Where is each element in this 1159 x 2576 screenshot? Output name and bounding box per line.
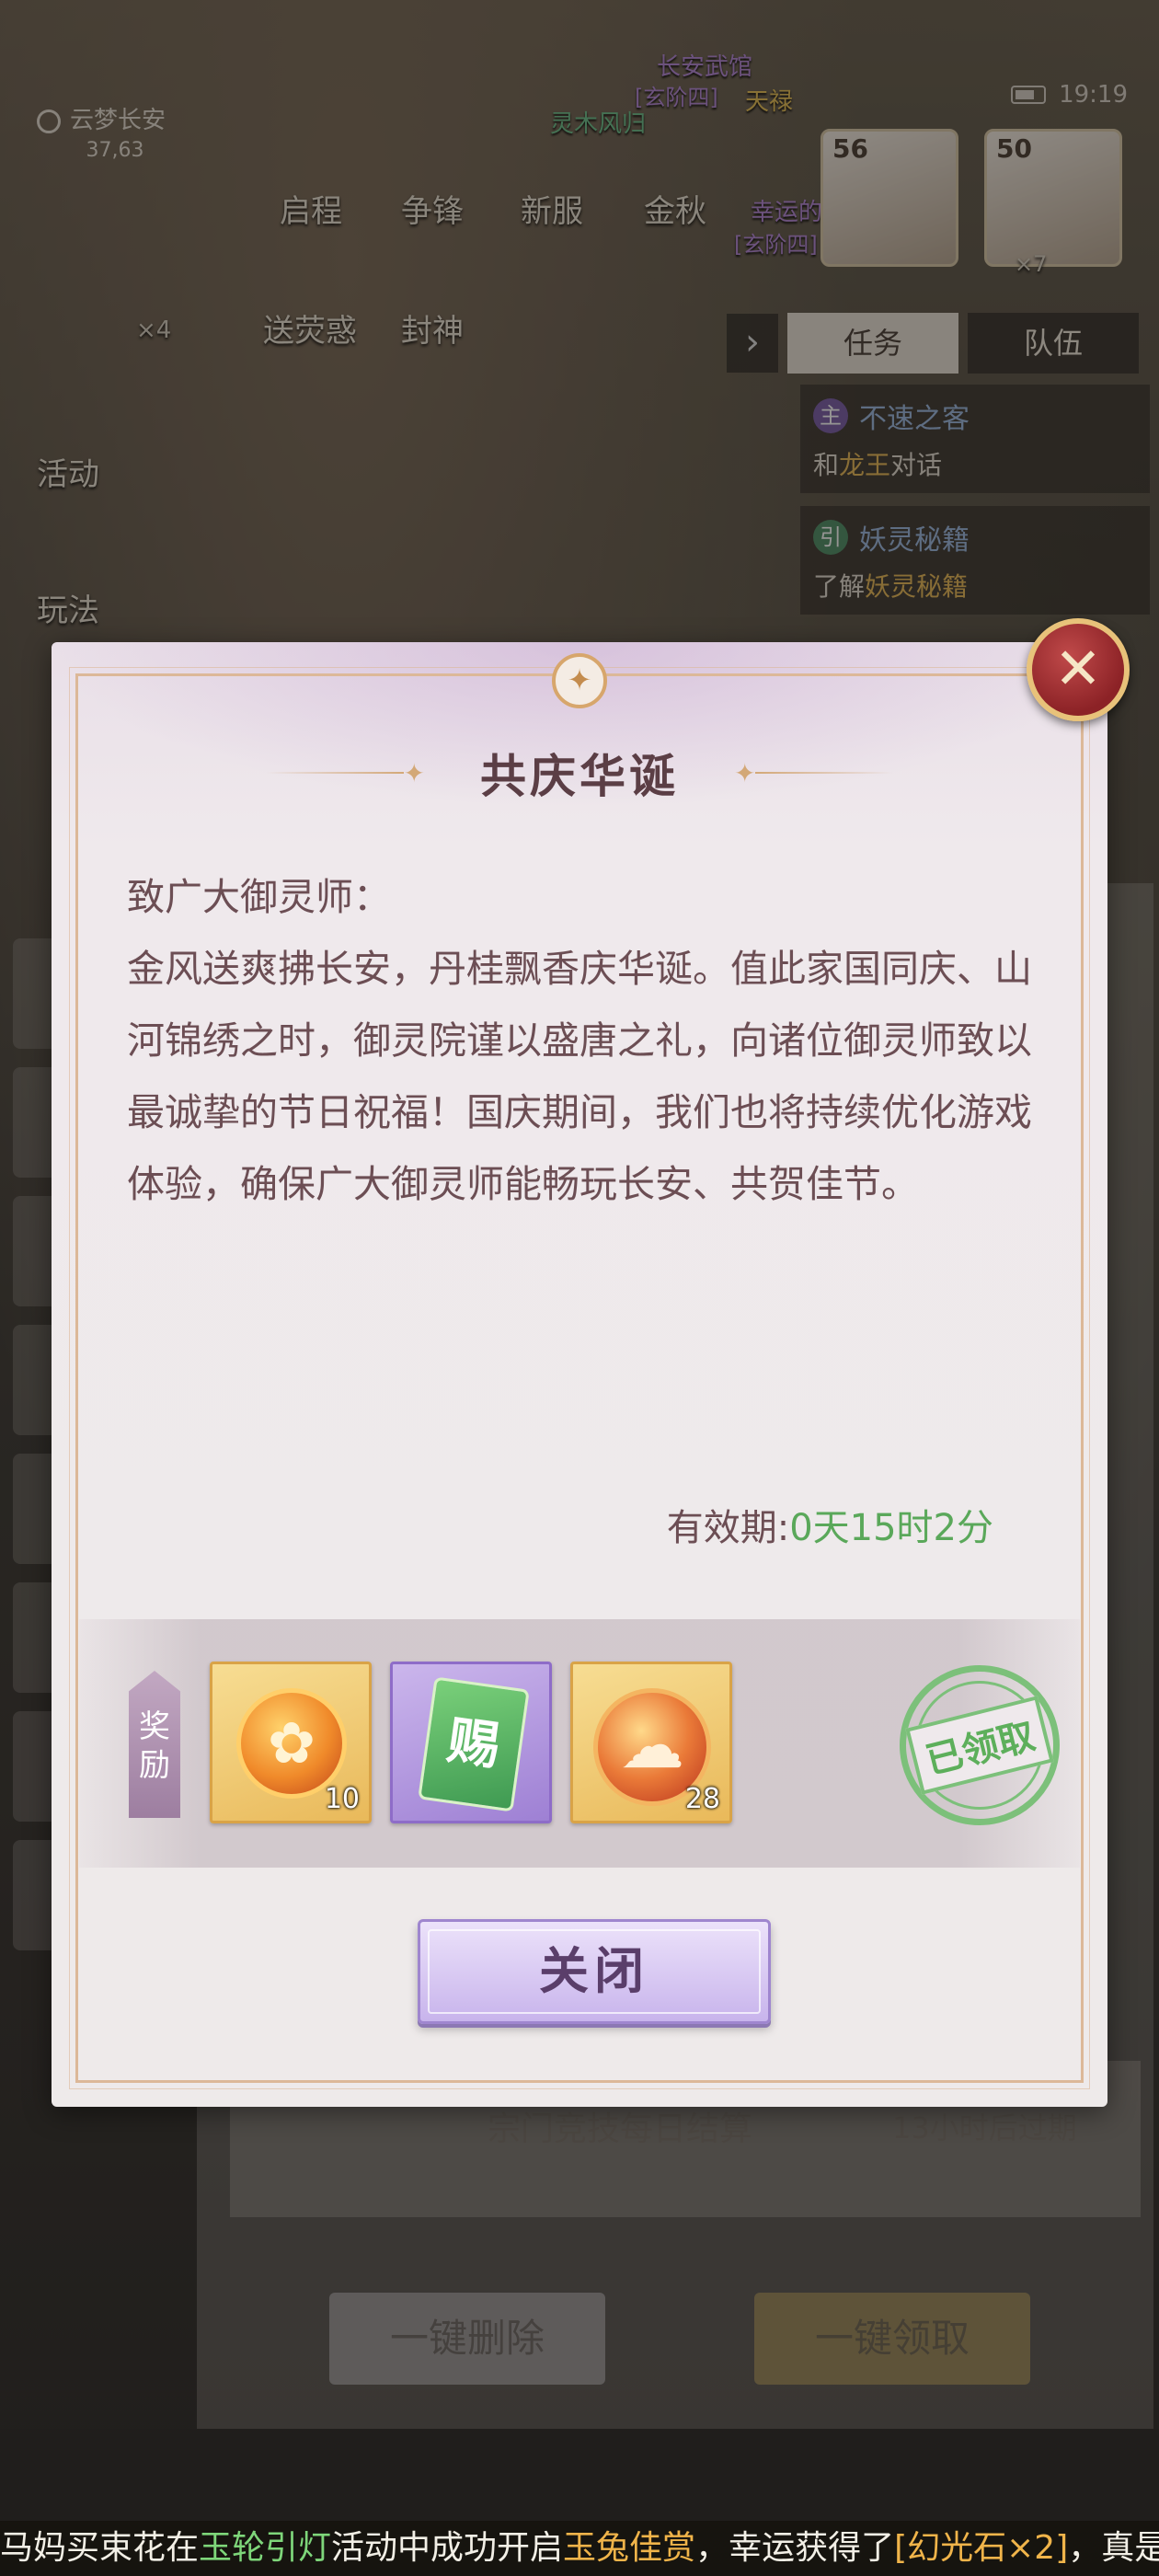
title-row: ✦ 共庆华诞 ✦: [52, 740, 1107, 806]
letter-content: 致广大御灵师： 金风送爽拂长安，丹桂飘香庆华诞。值此家国同庆、山河锦绣之时，御灵…: [127, 861, 1038, 1220]
dialog-title: 共庆华诞: [480, 750, 679, 803]
ticker-highlight: 玉轮引灯: [199, 2529, 332, 2567]
reward-label-char: 励: [139, 1747, 170, 1784]
bottom-bar: [0, 2429, 1159, 2521]
reward-item[interactable]: 28: [570, 1662, 732, 1823]
letter-greeting: 致广大御灵师：: [127, 875, 391, 919]
ticker-text: 活动中成功开启: [331, 2529, 564, 2567]
broadcast-ticker: 马妈买束花在玉轮引灯活动中成功开启玉兔佳赏，幸运获得了[幻光石×2]，真是时来: [0, 2521, 1159, 2576]
letter-body: 金风送爽拂长安，丹桂飘香庆华诞。值此家国同庆、山河锦绣之时，御灵院谨以盛唐之礼，…: [127, 947, 1032, 1206]
reward-item[interactable]: 赐: [390, 1662, 552, 1823]
claimed-stamp-text: 已领取: [905, 1696, 1054, 1795]
moon-ornament-icon: [552, 653, 607, 708]
gift-card-icon: 赐: [418, 1676, 530, 1812]
ticker-highlight: 玉兔佳赏: [563, 2529, 696, 2567]
gold-coin-icon: [236, 1688, 347, 1799]
validity-label: 有效期:: [666, 1507, 790, 1549]
reward-item[interactable]: 10: [210, 1662, 372, 1823]
ticker-text: ，幸运获得了: [695, 2529, 895, 2567]
reward-count: 10: [324, 1783, 360, 1815]
ticker-text: ，真是时来: [1068, 2529, 1159, 2567]
ticker-text: 马妈买束花在: [0, 2529, 200, 2567]
close-icon[interactable]: ✕: [1027, 618, 1130, 721]
title-right-decoration: ✦: [734, 758, 894, 788]
validity: 有效期:0天15时2分: [667, 1498, 993, 1551]
title-left-decoration: ✦: [265, 758, 425, 788]
reward-count: 28: [684, 1783, 720, 1815]
close-button[interactable]: 关闭: [418, 1919, 771, 2024]
reward-label-tag: 奖励: [129, 1671, 180, 1818]
announcement-dialog: ✦ 共庆华诞 ✦ 致广大御灵师： 金风送爽拂长安，丹桂飘香庆华诞。值此家国同庆、…: [52, 642, 1107, 2107]
ticker-highlight: [幻光石×2]: [894, 2529, 1069, 2567]
reward-label-char: 奖: [139, 1708, 170, 1745]
validity-value: 0天15时2分: [789, 1507, 993, 1549]
